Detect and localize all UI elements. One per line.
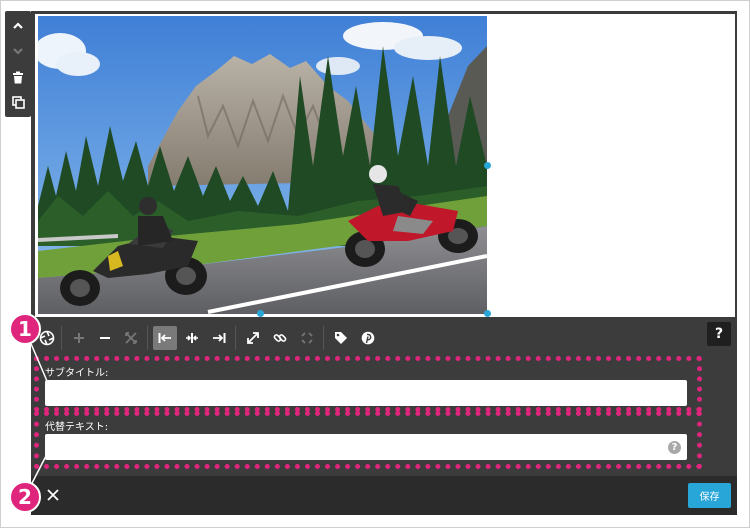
annotation-badge-1: 1 xyxy=(9,313,41,345)
screenshot-frame: ? サブタイトル: 代替テキスト: ? 保存 1 2 xyxy=(0,0,750,528)
annotation-pointers xyxy=(28,338,48,490)
annotation-badge-2: 2 xyxy=(9,481,41,513)
pointer-line-1 xyxy=(28,338,48,382)
